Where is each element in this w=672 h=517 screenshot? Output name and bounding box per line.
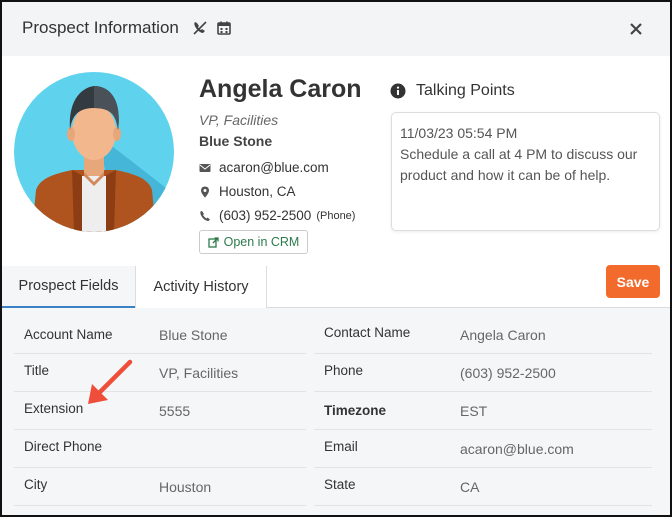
field-label: Contact Name: [324, 325, 411, 340]
phone-icon: [200, 210, 210, 221]
dialog-title: Prospect Information: [22, 18, 179, 37]
dialog-header: Prospect Information: [2, 2, 670, 56]
close-icon[interactable]: [626, 19, 646, 39]
calendar-icon[interactable]: [216, 20, 232, 36]
field-label: Title: [24, 363, 50, 378]
prospect-title: VP, Facilities: [199, 112, 279, 128]
phone-slash-icon[interactable]: [192, 20, 208, 36]
field-label: Email: [324, 439, 358, 454]
field-label: City: [24, 477, 48, 492]
prospect-company: Blue Stone: [199, 133, 273, 149]
field-label: Timezone: [324, 403, 387, 418]
field-timezone: Timezone EST: [314, 392, 652, 430]
field-phone: Phone (603) 952-2500: [314, 354, 652, 392]
save-button[interactable]: Save: [606, 265, 660, 298]
location-row: Houston, CA: [199, 184, 296, 199]
field-value[interactable]: VP, Facilities: [159, 365, 238, 381]
open-in-crm-button[interactable]: Open in CRM: [199, 230, 308, 254]
field-value[interactable]: 5555: [159, 403, 190, 419]
talking-points-timestamp: 11/03/23 05:54 PM: [400, 125, 518, 141]
field-value[interactable]: (603) 952-2500: [460, 365, 556, 381]
envelope-icon: [199, 163, 211, 172]
field-label: State: [324, 477, 356, 492]
field-direct-phone: Direct Phone: [14, 430, 306, 468]
field-value[interactable]: Houston: [159, 479, 211, 495]
phone-row[interactable]: (603) 952-2500 (Phone): [199, 208, 355, 223]
field-title: Title VP, Facilities: [14, 354, 306, 392]
prospect-phone[interactable]: (603) 952-2500: [219, 208, 311, 223]
annotation-arrow-icon: [88, 359, 133, 404]
info-circle-icon: [390, 83, 406, 99]
tab-prospect-fields[interactable]: Prospect Fields: [2, 266, 135, 308]
tab-bar: Prospect Fields Activity History: [2, 266, 670, 308]
field-city: City Houston: [14, 468, 306, 506]
field-value[interactable]: CA: [460, 479, 479, 495]
field-extension: Extension 5555: [14, 392, 306, 430]
talking-points-box: 11/03/23 05:54 PM Schedule a call at 4 P…: [391, 112, 660, 231]
field-value[interactable]: acaron@blue.com: [460, 441, 574, 457]
open-in-crm-label: Open in CRM: [223, 235, 300, 249]
field-label: Phone: [324, 363, 364, 378]
map-marker-icon: [201, 186, 209, 197]
prospect-location: Houston, CA: [219, 184, 296, 199]
field-label: Direct Phone: [24, 439, 103, 454]
field-state: State CA: [314, 468, 652, 506]
avatar: [14, 72, 174, 232]
talking-points-title: Talking Points: [416, 82, 515, 99]
prospect-dialog: Prospect Information Angela Caron VP, Fa…: [0, 0, 672, 517]
field-contact-name: Contact Name Angela Caron: [314, 316, 652, 354]
talking-points-text: Schedule a call at 4 PM to discuss our p…: [400, 146, 638, 183]
field-label: Extension: [24, 401, 84, 416]
field-value[interactable]: Angela Caron: [460, 327, 546, 343]
external-link-icon: [207, 236, 219, 248]
field-account-name: Account Name Blue Stone: [14, 316, 306, 354]
field-value[interactable]: Blue Stone: [159, 327, 228, 343]
phone-type: (Phone): [316, 209, 356, 222]
prospect-name: Angela Caron: [199, 75, 362, 103]
field-email: Email acaron@blue.com: [314, 430, 652, 468]
prospect-email[interactable]: acaron@blue.com: [219, 160, 329, 175]
talking-points-header: Talking Points: [390, 82, 515, 100]
field-label: Account Name: [24, 327, 113, 342]
email-row[interactable]: acaron@blue.com: [199, 160, 329, 175]
tab-activity-history[interactable]: Activity History: [135, 266, 267, 308]
field-value[interactable]: EST: [460, 403, 487, 419]
